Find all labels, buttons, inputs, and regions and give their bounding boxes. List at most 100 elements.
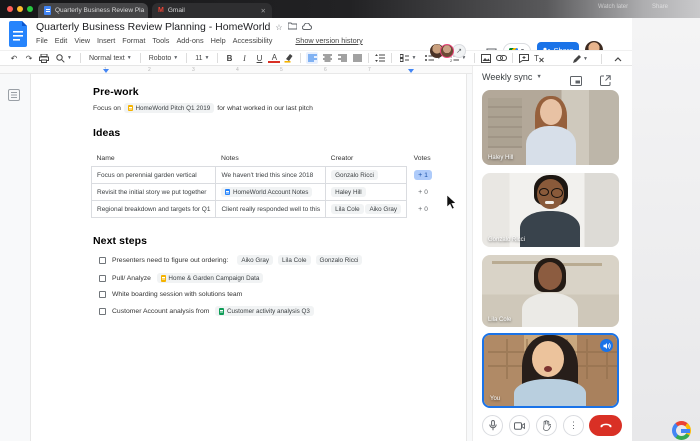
idea-name[interactable]: Focus on perennial garden vertical — [92, 167, 216, 184]
person-chip[interactable]: Gonzalo Ricci — [331, 170, 378, 180]
menu-file[interactable]: File — [36, 36, 48, 45]
checkbox[interactable] — [99, 257, 106, 264]
zoom-window-button[interactable] — [27, 6, 33, 12]
vote-button[interactable]: +0 — [414, 187, 432, 197]
highlight-color-icon[interactable] — [283, 52, 295, 64]
insert-link-icon[interactable] — [495, 52, 507, 64]
speaker-badge[interactable] — [600, 339, 613, 352]
video-tile-you[interactable]: You — [482, 333, 619, 408]
participant-name: Lila Cole — [488, 317, 511, 323]
clear-formatting-icon[interactable]: T — [533, 52, 545, 64]
menu-addons[interactable]: Add-ons — [176, 36, 203, 45]
vote-button[interactable]: +0 — [414, 204, 432, 214]
collapse-toolbar-icon[interactable] — [612, 53, 624, 65]
justify-icon[interactable] — [351, 52, 363, 64]
mic-button[interactable] — [482, 415, 503, 436]
show-version-history-link[interactable]: Show version history — [295, 36, 362, 45]
video-tile-haley[interactable]: Haley Hill — [482, 90, 619, 165]
collapse-avatars-button[interactable]: ↗ — [452, 44, 466, 58]
zoom-select[interactable]: ▼ — [53, 54, 75, 63]
video-tile-gonzalo[interactable]: Gonzalo Ricci — [482, 173, 619, 247]
vote-button[interactable]: +1 — [414, 170, 432, 180]
smart-chip-sheets-file[interactable]: Customer activity analysis Q3 — [215, 306, 313, 316]
person-chip[interactable]: Lila Cole — [331, 204, 364, 214]
raise-hand-button[interactable] — [536, 415, 557, 436]
checklist-item: Presenters need to figure out ordering: … — [93, 255, 442, 265]
menu-tools[interactable]: Tools — [152, 36, 169, 45]
more-options-button[interactable]: ⋮ — [563, 415, 584, 436]
meet-title-select[interactable]: Weekly sync ▼ — [482, 72, 542, 82]
italic-icon[interactable]: I — [238, 52, 250, 64]
ruler[interactable]: 1 2 3 4 5 6 7 — [0, 66, 472, 74]
smart-chip-slides-file[interactable]: Home & Garden Campaign Data — [157, 273, 264, 283]
meet-panel: Weekly sync ▼ Haley Hill Gonzalo Ricci L… — [472, 66, 632, 441]
docs-logo-icon[interactable] — [9, 21, 29, 52]
idea-notes[interactable]: Client really responded well to this — [216, 201, 326, 218]
tab-gmail[interactable]: M Gmail ✕ — [152, 3, 272, 18]
slides-file-icon — [161, 275, 166, 282]
person-chip[interactable]: Gonzalo Ricci — [316, 255, 363, 265]
smart-chip-label: HomeWorld Account Notes — [233, 189, 308, 196]
line-spacing-icon[interactable] — [374, 52, 386, 64]
insert-image-icon[interactable] — [480, 52, 492, 64]
text-color-icon[interactable]: A — [268, 53, 280, 63]
minimize-window-button[interactable] — [17, 6, 23, 12]
smart-chip-doc-file[interactable]: HomeWorld Account Notes — [221, 187, 312, 197]
picture-in-picture-icon[interactable] — [570, 73, 582, 91]
close-window-button[interactable] — [7, 6, 13, 12]
checkbox[interactable] — [99, 291, 106, 298]
checklist-text: Customer Account analysis from — [112, 308, 209, 315]
table-row: Regional breakdown and targets for Q1 Cl… — [92, 201, 438, 218]
menu-accessibility[interactable]: Accessibility — [233, 36, 273, 45]
font-size-select[interactable]: 11 ▼ — [192, 55, 212, 62]
document-page[interactable]: Pre-work Focus on HomeWorld Pitch Q1 201… — [30, 74, 467, 441]
indent-marker-left[interactable] — [103, 69, 109, 73]
print-icon[interactable] — [38, 52, 50, 64]
checkbox[interactable] — [99, 308, 106, 315]
checklist-icon[interactable]: ▼ — [397, 54, 419, 62]
underline-icon[interactable]: U — [253, 52, 265, 64]
idea-notes[interactable]: We haven't tried this since 2018 — [216, 167, 326, 184]
align-right-icon[interactable] — [336, 52, 348, 64]
paragraph-style-select[interactable]: Normal text ▼ — [86, 55, 135, 62]
share-overlay[interactable]: Share — [652, 4, 668, 10]
align-center-icon[interactable] — [321, 52, 333, 64]
star-icon[interactable]: ☆ — [275, 23, 282, 32]
watch-later-overlay[interactable]: Watch later — [598, 4, 628, 10]
menu-format[interactable]: Format — [122, 36, 145, 45]
add-comment-icon[interactable] — [518, 52, 530, 64]
tab-docs[interactable]: Quarterly Business Review Pla ✕ — [38, 3, 148, 18]
align-left-icon[interactable] — [306, 52, 318, 64]
checkbox[interactable] — [99, 275, 106, 282]
menu-help[interactable]: Help — [211, 36, 226, 45]
person-chip[interactable]: Aiko Gray — [237, 255, 273, 265]
document-outline-icon[interactable] — [8, 88, 20, 106]
document-canvas: Pre-work Focus on HomeWorld Pitch Q1 201… — [0, 74, 472, 441]
cloud-status-icon[interactable] — [302, 23, 312, 32]
video-tile-lila[interactable]: Lila Cole — [482, 255, 619, 327]
font-family-select[interactable]: Roboto ▼ — [146, 55, 182, 62]
undo-icon[interactable]: ↶ — [8, 52, 20, 64]
camera-button[interactable] — [509, 415, 530, 436]
end-call-button[interactable] — [589, 415, 622, 436]
smart-chip-pitch-file[interactable]: HomeWorld Pitch Q1 2019 — [124, 103, 214, 113]
person-chip[interactable]: Haley Hill — [331, 187, 366, 197]
move-folder-icon[interactable] — [288, 22, 297, 32]
menu-insert[interactable]: Insert — [97, 36, 115, 45]
document-title[interactable]: Quarterly Business Review Planning - Hom… — [36, 21, 270, 33]
bold-icon[interactable]: B — [223, 52, 235, 64]
menu-edit[interactable]: Edit — [55, 36, 68, 45]
idea-name[interactable]: Revisit the initial story we put togethe… — [92, 184, 216, 201]
indent-marker-right[interactable] — [408, 69, 414, 73]
person-chip[interactable]: Lila Cole — [278, 255, 311, 265]
close-tab-icon[interactable]: ✕ — [261, 7, 266, 15]
open-in-new-icon[interactable] — [600, 73, 611, 91]
redo-icon[interactable]: ↷ — [23, 52, 35, 64]
idea-name[interactable]: Regional breakdown and targets for Q1 — [92, 201, 216, 218]
editing-mode-select[interactable]: ▼ — [570, 55, 591, 63]
person-chip[interactable]: Aiko Gray — [365, 204, 401, 214]
collaborator-avatar-active[interactable] — [440, 44, 454, 58]
ruler-mark: 7 — [368, 67, 371, 73]
table-header-row: Name Notes Creator Votes — [92, 152, 438, 167]
menu-view[interactable]: View — [74, 36, 90, 45]
